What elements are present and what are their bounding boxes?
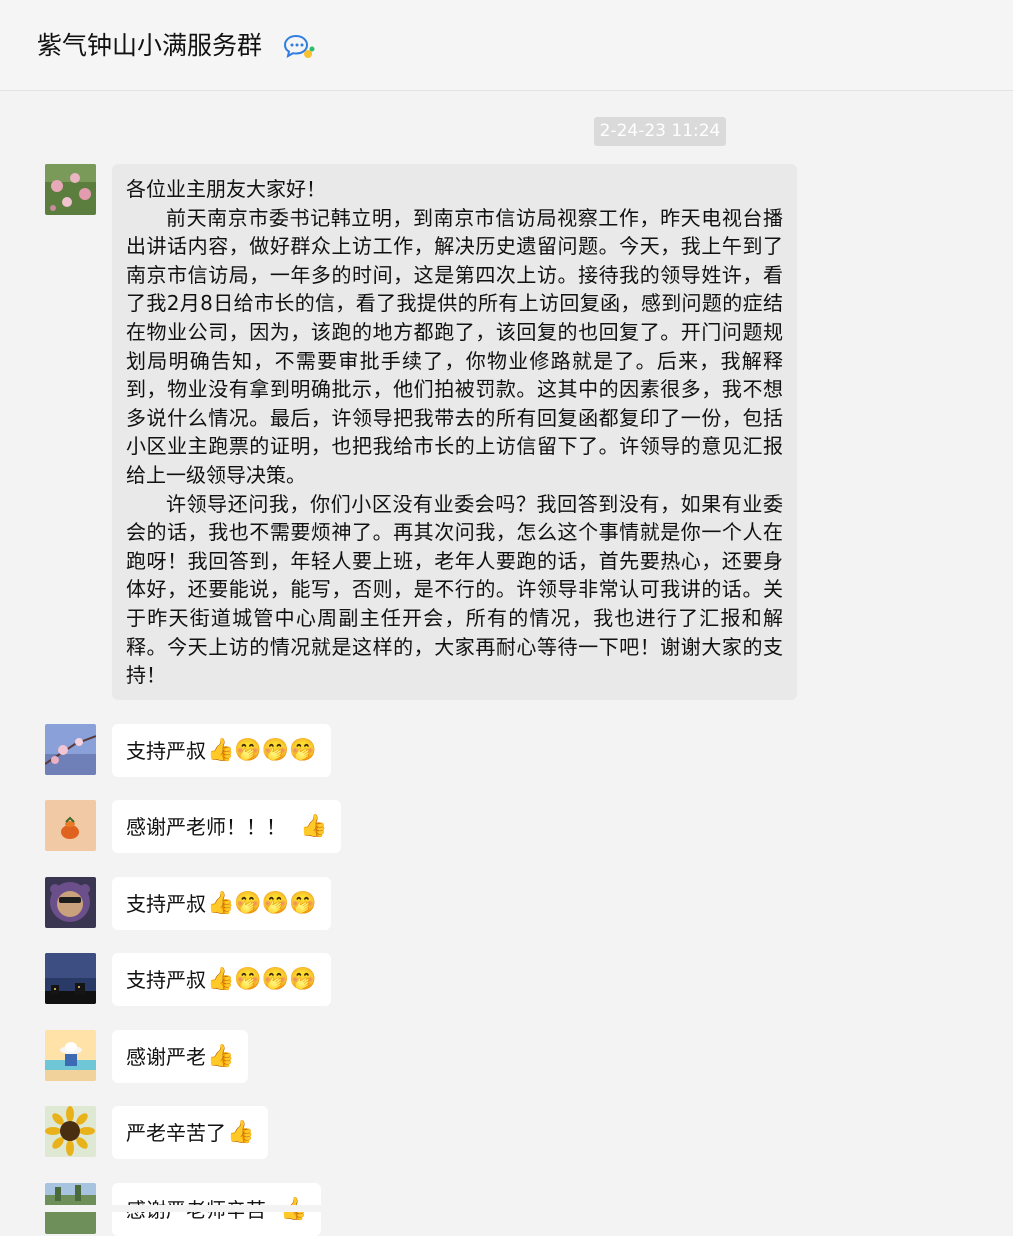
reply-message[interactable]: 支持严叔 👍🤭🤭🤭 (112, 953, 331, 1006)
message-greeting: 各位业主朋友大家好！ (126, 177, 326, 201)
thumbs-up-emoji-icon: 👍🤭🤭🤭 (207, 890, 317, 916)
message-text: 支持严叔 (126, 891, 206, 916)
message-paragraph-1: 前天南京市委书记韩立明，到南京市信访局视察工作，昨天电视台播出讲话内容，做好群众… (126, 205, 783, 487)
night-city-avatar[interactable] (45, 953, 96, 1004)
reply-message[interactable]: 支持严叔 👍🤭🤭🤭 (112, 877, 331, 930)
thumbs-up-emoji-icon: 👍🤭🤭🤭 (207, 737, 317, 763)
message-text: 支持严叔 (126, 967, 206, 992)
reply-message[interactable]: 感谢严老师！！！ 👍 (112, 800, 342, 853)
chat-header: 紫气钟山小满服务群 (0, 0, 1013, 91)
persimmon-avatar[interactable] (45, 800, 96, 851)
thumbs-up-emoji-icon: 👍 (300, 813, 328, 839)
message-timestamp: 2-24-23 11:24 (594, 117, 726, 146)
message-text: 严老辛苦了 (126, 1120, 226, 1145)
chat-title[interactable]: 紫气钟山小满服务群 (37, 28, 262, 64)
thumbs-up-emoji-icon: 👍🤭🤭🤭 (207, 966, 317, 992)
scroll-edge (0, 1205, 1013, 1212)
flower-avatar[interactable] (45, 164, 96, 215)
message-text: 支持严叔 (126, 738, 206, 763)
announcement-message[interactable]: 各位业主朋友大家好！ 前天南京市委书记韩立明，到南京市信访局视察工作，昨天电视台… (112, 164, 797, 700)
reply-message[interactable]: 支持严叔 👍🤭🤭🤭 (112, 724, 331, 777)
message-paragraph-2: 许领导还问我，你们小区没有业委会吗？我回答到没有，如果有业委会的话，我也不需要烦… (126, 491, 783, 688)
sunflower-avatar[interactable] (45, 1106, 96, 1157)
thumbs-up-emoji-icon: 👍 (227, 1119, 255, 1145)
cartoon-bear-avatar[interactable] (45, 877, 96, 928)
message-text: 感谢严老 (126, 1044, 206, 1069)
reply-message[interactable]: 严老辛苦了 👍 (112, 1106, 269, 1159)
group-chat-icon (283, 33, 315, 61)
message-text: 感谢严老师！！！ (126, 814, 286, 839)
plum-blossom-avatar[interactable] (45, 724, 96, 775)
beach-hat-avatar[interactable] (45, 1030, 96, 1081)
reply-message[interactable]: 感谢严老 👍 (112, 1030, 249, 1083)
thumbs-up-emoji-icon: 👍 (207, 1043, 235, 1069)
